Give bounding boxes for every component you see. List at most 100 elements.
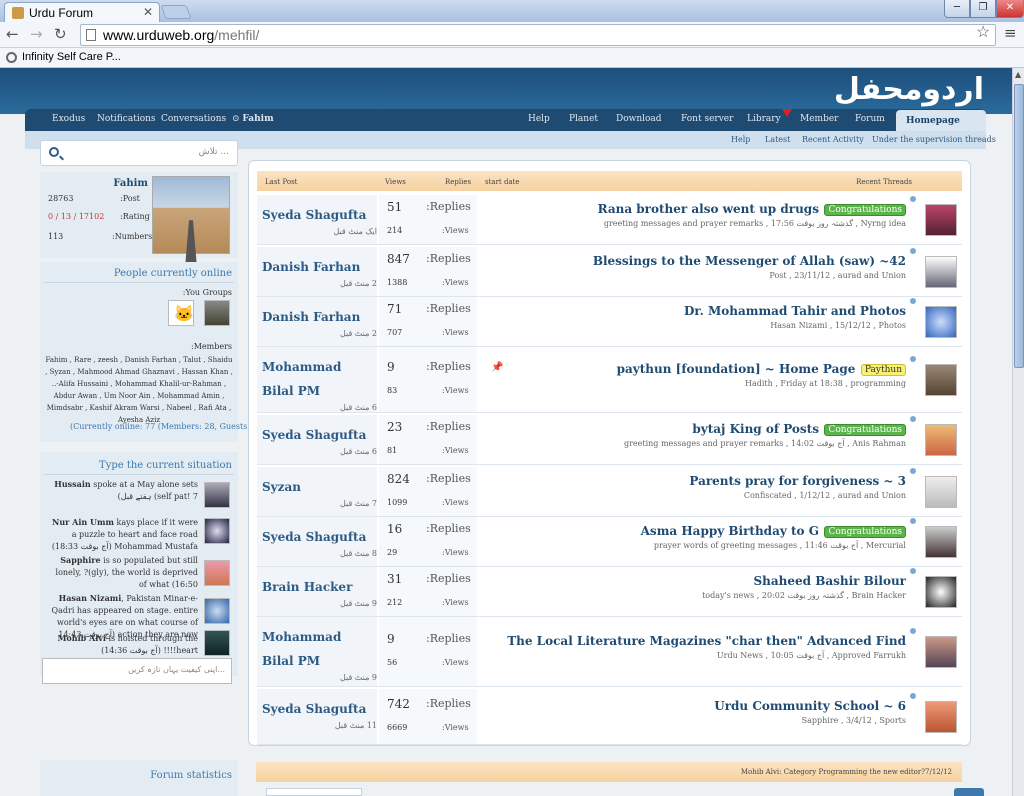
thread-title[interactable]: Dr. Mohammad Tahir and Photos bbox=[684, 304, 906, 318]
nav-exodus[interactable]: Exodus bbox=[52, 114, 85, 124]
close-window-button[interactable]: ✕ bbox=[996, 0, 1024, 18]
nav-homepage[interactable]: Homepage bbox=[896, 110, 986, 132]
thread-starter-avatar[interactable] bbox=[925, 256, 957, 288]
views-count: 56 bbox=[387, 658, 398, 667]
user-name[interactable]: Fahim bbox=[113, 178, 148, 189]
nav-user[interactable]: ⊙ Fahim bbox=[232, 114, 274, 124]
replies-count: 847 bbox=[387, 252, 410, 266]
col-views[interactable]: Views bbox=[385, 178, 406, 186]
col-replies[interactable]: Replies bbox=[445, 178, 471, 186]
last-poster-name[interactable]: Syzan bbox=[262, 475, 377, 499]
last-poster-name[interactable]: Mohammad Bilal PM bbox=[262, 355, 377, 403]
site-logo[interactable]: اردومحفل bbox=[834, 72, 984, 107]
thread-title[interactable]: Urdu Community School ~ 6 bbox=[714, 699, 906, 713]
bookmark-item[interactable]: Infinity Self Care P... bbox=[22, 51, 121, 63]
status-avatar[interactable] bbox=[204, 518, 230, 544]
menu-icon[interactable]: ≡ bbox=[1004, 24, 1017, 42]
last-poster-cell: Syeda Shagufta 11 منٹ قبل bbox=[257, 689, 377, 744]
thread-starter-avatar[interactable] bbox=[925, 636, 957, 668]
status-user[interactable]: Sapphire bbox=[60, 555, 100, 565]
nav-conversations[interactable]: Conversations bbox=[161, 114, 226, 124]
online-summary: (Currently online: 77 (Members: 28, Gues… bbox=[70, 422, 263, 431]
status-avatar[interactable] bbox=[204, 482, 230, 508]
last-poster-name[interactable]: Syeda Shagufta bbox=[262, 697, 377, 721]
scroll-up-icon[interactable]: ▲ bbox=[1015, 70, 1021, 79]
status-user[interactable]: Mohib Alvi bbox=[58, 633, 106, 643]
views-label: :Views bbox=[442, 226, 469, 235]
col-recent-threads[interactable]: Recent Threads bbox=[856, 178, 912, 186]
thread-starter-avatar[interactable] bbox=[925, 526, 957, 558]
last-poster-name[interactable]: Danish Farhan bbox=[262, 255, 377, 279]
thread-starter-avatar[interactable] bbox=[925, 204, 957, 236]
forward-icon[interactable]: → bbox=[30, 25, 43, 43]
status-user[interactable]: Hasan Nizami bbox=[59, 593, 122, 603]
close-tab-icon[interactable]: ✕ bbox=[143, 5, 153, 19]
subnav-recent-activity[interactable]: Recent Activity bbox=[802, 135, 864, 144]
last-poster-name[interactable]: Syeda Shagufta bbox=[262, 423, 377, 447]
unread-dot-icon bbox=[910, 568, 916, 574]
thread-title[interactable]: Blessings to the Messenger of Allah (saw… bbox=[593, 254, 906, 268]
bottom-button[interactable] bbox=[954, 788, 984, 796]
address-bar[interactable]: www.urduweb.org/mehfil/ bbox=[80, 24, 996, 46]
thread-title[interactable]: Asma Happy Birthday to G bbox=[641, 524, 819, 538]
nav-forum[interactable]: Forum bbox=[855, 114, 885, 124]
reload-icon[interactable]: ↻ bbox=[54, 25, 67, 43]
thread-prefix-badge[interactable]: Congratulations bbox=[824, 526, 906, 538]
status-avatar[interactable] bbox=[204, 598, 230, 624]
subnav-supervision[interactable]: Under the supervision threads bbox=[872, 135, 996, 144]
browser-tab[interactable]: Urdu Forum ✕ bbox=[4, 2, 160, 22]
bottom-input[interactable] bbox=[266, 788, 362, 796]
bookmark-star-icon[interactable]: ☆ bbox=[976, 22, 990, 41]
status-input[interactable]: اپنی کیفیت یہاں تازہ کریں... bbox=[42, 658, 232, 684]
thread-starter-avatar[interactable] bbox=[925, 701, 957, 733]
thread-starter-avatar[interactable] bbox=[925, 364, 957, 396]
replies-count: 51 bbox=[387, 200, 403, 214]
thread-prefix-badge[interactable]: Congratulations bbox=[824, 204, 906, 216]
subnav-latest[interactable]: Latest bbox=[765, 135, 790, 144]
search-icon[interactable] bbox=[49, 147, 59, 157]
maximize-button[interactable]: ❐ bbox=[970, 0, 996, 18]
status-user[interactable]: Nur Ain Umm bbox=[52, 517, 114, 527]
subnav-help[interactable]: Help bbox=[731, 135, 750, 144]
last-poster-cell: Brain Hacker 9 منٹ قبل bbox=[257, 567, 377, 616]
last-poster-name[interactable]: Brain Hacker bbox=[262, 575, 377, 599]
col-last-post[interactable]: Last Post bbox=[265, 178, 298, 186]
group-avatar-cat[interactable]: 🐱 bbox=[168, 300, 194, 326]
col-start-date[interactable]: start date bbox=[485, 178, 520, 186]
status-user[interactable]: Hussain bbox=[54, 479, 90, 489]
last-poster-name[interactable]: Syeda Shagufta bbox=[262, 203, 377, 227]
thread-starter-avatar[interactable] bbox=[925, 306, 957, 338]
nav-font-server[interactable]: Font server bbox=[681, 114, 733, 124]
nav-notifications[interactable]: Notifications bbox=[97, 114, 156, 124]
thread-starter-avatar[interactable] bbox=[925, 576, 957, 608]
status-avatar[interactable] bbox=[204, 630, 230, 656]
minimize-button[interactable]: ─ bbox=[944, 0, 970, 18]
thread-title[interactable]: The Local Literature Magazines "char the… bbox=[507, 634, 906, 648]
nav-planet[interactable]: Planet bbox=[569, 114, 598, 124]
scrollbar-thumb[interactable] bbox=[1014, 84, 1024, 368]
thread-starter-avatar[interactable] bbox=[925, 424, 957, 456]
scrollbar[interactable]: ▲ bbox=[1012, 68, 1024, 796]
nav-member[interactable]: Member bbox=[800, 114, 838, 124]
last-poster-name[interactable]: Mohammad Bilal PM bbox=[262, 625, 377, 673]
user-avatar[interactable] bbox=[152, 176, 230, 254]
thread-prefix-badge[interactable]: Paythun bbox=[860, 364, 906, 376]
last-poster-name[interactable]: Syeda Shagufta bbox=[262, 525, 377, 549]
thread-title[interactable]: paythun [foundation] ~ Home Page bbox=[617, 362, 856, 376]
nav-library[interactable]: Library bbox=[747, 114, 781, 124]
thread-title[interactable]: Rana brother also went up drugs bbox=[598, 202, 819, 216]
status-avatar[interactable] bbox=[204, 560, 230, 586]
nav-download[interactable]: Download bbox=[616, 114, 662, 124]
thread-title[interactable]: Shaheed Bashir Bilour bbox=[754, 574, 907, 588]
last-poster-name[interactable]: Danish Farhan bbox=[262, 305, 377, 329]
thread-title[interactable]: Parents pray for forgiveness ~ 3 bbox=[689, 474, 906, 488]
thread-starter-avatar[interactable] bbox=[925, 476, 957, 508]
search-input[interactable]: تلاش ... bbox=[40, 140, 238, 166]
group-avatar-person[interactable] bbox=[204, 300, 230, 326]
thread-prefix-badge[interactable]: Congratulations bbox=[824, 424, 906, 436]
thread-title[interactable]: bytaj King of Posts bbox=[692, 422, 819, 436]
nav-help[interactable]: Help bbox=[528, 114, 550, 124]
new-tab-button[interactable] bbox=[160, 5, 192, 19]
views-count: 214 bbox=[387, 226, 403, 235]
back-icon[interactable]: ← bbox=[6, 25, 19, 43]
